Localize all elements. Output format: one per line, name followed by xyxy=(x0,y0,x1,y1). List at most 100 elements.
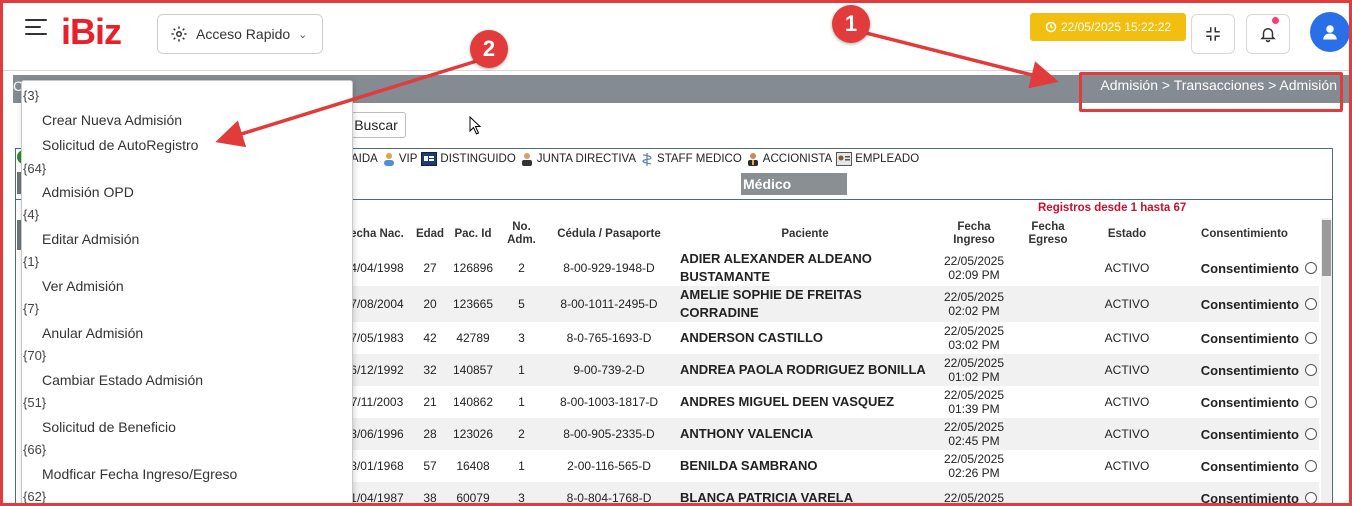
menu-item[interactable]: Admisión OPD xyxy=(42,184,134,200)
cell-cedula: 8-00-1011-2495-D xyxy=(544,286,674,322)
user-avatar[interactable] xyxy=(1310,12,1350,52)
menu-item[interactable]: Ver Admisión xyxy=(42,278,124,294)
fullscreen-exit-button[interactable] xyxy=(1191,14,1235,54)
cell-cedula: 8-00-929-1948-D xyxy=(563,260,655,275)
cell-pac-id: 140857 xyxy=(447,354,499,386)
col-cedula[interactable]: Cédula / Pasaporte xyxy=(544,218,674,250)
section-title: Médico xyxy=(741,173,847,195)
clock-icon xyxy=(1045,21,1057,33)
menu-permission-code: {7} xyxy=(23,301,39,316)
cell-estado: ACTIVO xyxy=(1104,458,1150,473)
legend-item: AIDA xyxy=(351,153,378,165)
search-button[interactable]: Buscar xyxy=(346,112,406,138)
patient-type-legend: AIDA VIP DISTINGUIDO JUNTA DIRECTIVA STA… xyxy=(351,152,919,166)
top-bar: iBiz Acceso Rapido ⌄ 22/05/2025 15:22:22 xyxy=(3,3,1350,71)
cell-paciente: ANDREA PAOLA RODRIGUEZ BONILLA xyxy=(674,354,936,386)
distinguished-icon xyxy=(421,152,438,166)
quick-access-button[interactable]: Acceso Rapido ⌄ xyxy=(157,14,323,54)
consent-radio[interactable] xyxy=(1305,427,1317,440)
ingreso-time: 02:02 PM xyxy=(948,304,1000,318)
cell-edad: 27 xyxy=(423,260,437,275)
ingreso-date: 22/05/2025 xyxy=(943,290,1005,304)
ingreso-date: 22/05/2025 xyxy=(943,452,1005,466)
caduceus-icon xyxy=(642,153,652,166)
table-row[interactable]: 3/01/1968 57 16408 1 2-00-116-565-D BENILDA S… xyxy=(341,450,1319,482)
cell-estado: ACTIVO xyxy=(1084,354,1170,386)
table-row[interactable]: 7/05/1983 42 42789 3 8-0-765-1693-D ANDERSON … xyxy=(341,322,1319,354)
table-scrollbar[interactable] xyxy=(1321,218,1332,506)
cell-consentimiento: Consentimiento xyxy=(1170,286,1319,322)
consent-radio[interactable] xyxy=(1305,459,1317,472)
cell-paciente: ANTHONY VALENCIA xyxy=(674,418,936,450)
menu-item[interactable]: Modficar Fecha Ingreso/Egreso xyxy=(42,466,237,482)
ibiz-logo[interactable]: iBiz xyxy=(61,11,122,53)
table-row[interactable]: 6/12/1992 32 140857 1 9-00-739-2-D ANDREA PAO… xyxy=(341,354,1319,386)
col-fecha-egreso[interactable]: Fecha Egreso xyxy=(1012,218,1084,250)
notification-dot xyxy=(1272,17,1279,24)
cell-cedula: 8-0-765-1693-D xyxy=(566,330,652,345)
consent-label: Consentimiento xyxy=(1200,458,1299,474)
menu-permission-code: {1} xyxy=(23,254,39,269)
col-estado[interactable]: Estado xyxy=(1084,218,1170,250)
chevron-down-icon: ⌄ xyxy=(298,28,308,41)
bell-icon xyxy=(1260,28,1276,43)
table-row[interactable]: 7/08/2004 20 123665 5 8-00-1011-2495-D AMELIE… xyxy=(341,286,1319,322)
cell-edad: 38 xyxy=(413,482,447,506)
gear-icon xyxy=(171,26,187,42)
cell-pac-id: 140862 xyxy=(452,394,494,409)
cell-no-adm: 2 xyxy=(518,260,525,275)
cell-no-adm: 1 xyxy=(499,354,544,386)
menu-item[interactable]: Anular Admisión xyxy=(42,325,143,341)
col-fecha-ingreso[interactable]: Fecha Ingreso xyxy=(936,218,1012,250)
ingreso-date: 22/05/2025 xyxy=(943,491,1005,505)
menu-item[interactable]: Editar Admisión xyxy=(42,231,139,247)
table-row[interactable]: 7/11/2003 21 140862 1 8-00-1003-1817-D ANDRES… xyxy=(341,386,1319,418)
cell-no-adm: 1 xyxy=(518,394,525,409)
employee-icon xyxy=(836,152,853,166)
cell-consentimiento: Consentimiento xyxy=(1170,250,1319,286)
col-consentimiento[interactable]: Consentimiento xyxy=(1170,218,1319,250)
cell-cedula: 8-0-804-1768-D xyxy=(544,482,674,506)
consent-radio[interactable] xyxy=(1305,297,1317,310)
cell-consentimiento: Consentimiento xyxy=(1170,386,1319,418)
cell-edad: 20 xyxy=(413,286,447,322)
ingreso-date: 22/05/2025 xyxy=(943,388,1005,402)
cell-fecha-ingreso: 22/05/2025 02:02 PM xyxy=(936,286,1012,322)
cell-paciente: ANDRES MIGUEL DEEN VASQUEZ xyxy=(680,394,895,409)
table-body: 4/04/1998 27 126896 2 8-00-929-1948-D ADIER A… xyxy=(341,250,1319,506)
quick-access-label: Acceso Rapido xyxy=(196,26,291,42)
col-pac-id[interactable]: Pac. Id xyxy=(447,218,499,250)
annotation-badge-2: 2 xyxy=(470,30,508,68)
table-row[interactable]: 1/04/1987 38 60079 3 8-0-804-1768-D BLANCA PA… xyxy=(341,482,1319,506)
cell-fecha-egreso xyxy=(1012,482,1084,506)
consent-radio[interactable] xyxy=(1305,395,1317,408)
table-row[interactable]: 4/04/1998 27 126896 2 8-00-929-1948-D ADIER A… xyxy=(341,250,1319,286)
menu-item[interactable]: Crear Nueva Admisión xyxy=(42,112,182,128)
col-edad[interactable]: Edad xyxy=(413,218,447,250)
menu-permission-code: {66} xyxy=(23,442,47,457)
legend-item: ACCIONISTA xyxy=(746,152,832,166)
ingreso-date: 22/05/2025 xyxy=(943,324,1005,338)
table-row[interactable]: 3/06/1996 28 123026 2 8-00-905-2335-D ANTHONY… xyxy=(341,418,1319,450)
consent-radio[interactable] xyxy=(1305,363,1317,376)
consent-radio[interactable] xyxy=(1305,491,1317,504)
datetime-badge: 22/05/2025 15:22:22 xyxy=(1030,13,1186,41)
menu-item[interactable]: Solicitud de Beneficio xyxy=(42,419,176,435)
cell-consentimiento: Consentimiento xyxy=(1170,354,1319,386)
menu-item[interactable]: Cambiar Estado Admisión xyxy=(42,372,203,388)
legend-item: EMPLEADO xyxy=(836,152,919,166)
cell-estado: ACTIVO xyxy=(1104,394,1150,409)
consent-radio[interactable] xyxy=(1305,331,1317,344)
hamburger-menu-icon[interactable] xyxy=(25,17,49,39)
scrollbar-thumb[interactable] xyxy=(1322,220,1331,276)
cell-paciente: BENILDA SAMBRANO xyxy=(680,458,818,473)
notifications-button[interactable] xyxy=(1246,14,1290,54)
cell-fecha-ingreso: 22/05/2025 02:26 PM xyxy=(936,450,1012,482)
col-no-adm[interactable]: No. Adm. xyxy=(499,218,544,250)
consent-radio[interactable] xyxy=(1305,261,1317,274)
cell-no-adm: 2 xyxy=(499,418,544,450)
cell-estado: ACTIVO xyxy=(1084,418,1170,450)
cell-fecha-ingreso: 22/05/2025 xyxy=(936,482,1012,506)
col-paciente[interactable]: Paciente xyxy=(674,218,936,250)
menu-item[interactable]: Solicitud de AutoRegistro xyxy=(42,137,198,153)
